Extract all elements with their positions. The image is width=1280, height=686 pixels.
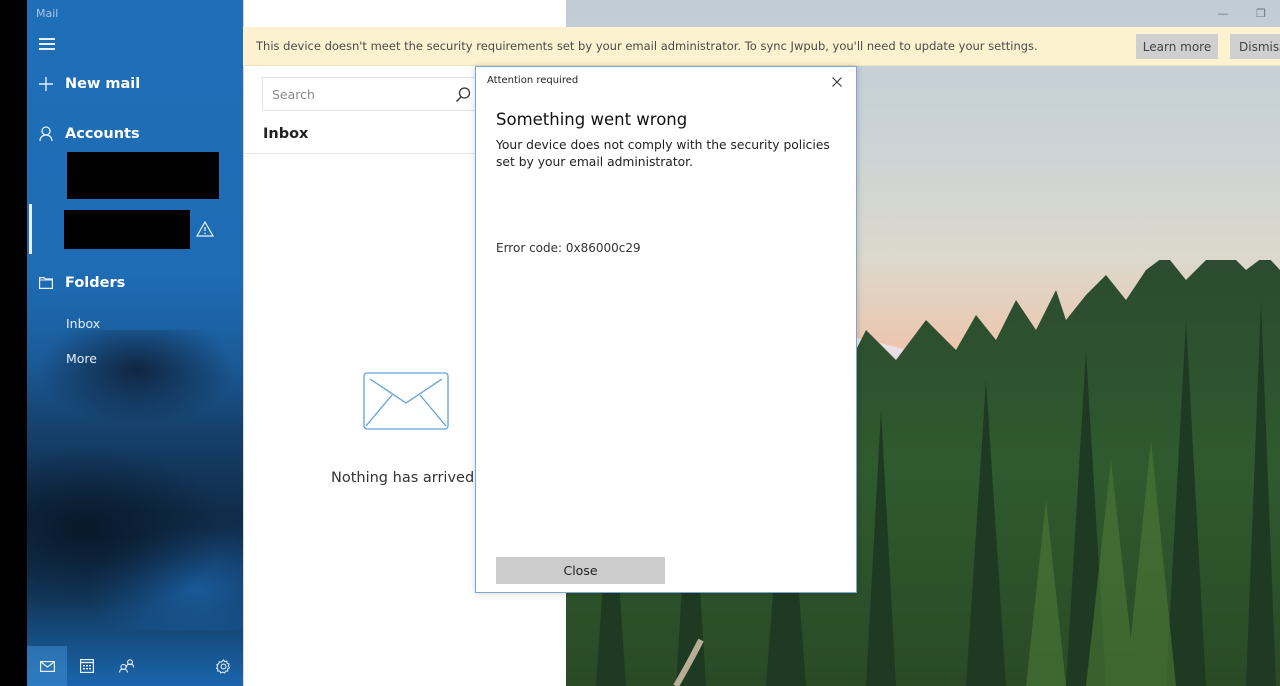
accounts-label: Accounts [65, 126, 140, 142]
mail-switch-button[interactable] [27, 646, 67, 686]
close-icon [832, 77, 842, 87]
navigation-sidebar: Mail New mail Accounts Folders Inbox Mor… [27, 0, 243, 686]
search-icon[interactable] [454, 86, 472, 104]
empty-inbox-message: Nothing has arrived ye [331, 470, 497, 486]
security-warning-banner: This device doesn't meet the security re… [243, 27, 1280, 66]
search-box [262, 77, 476, 111]
mail-icon [39, 660, 55, 672]
screen: — ❐ Mail New mail Accounts Folders Inbox… [0, 0, 1280, 686]
new-mail-label: New mail [65, 76, 141, 92]
sidebar-background-image [27, 330, 243, 630]
app-title: Mail [36, 7, 59, 20]
folder-inbox[interactable]: Inbox [66, 316, 100, 331]
dialog-heading: Something went wrong [496, 110, 688, 129]
folder-icon [27, 277, 65, 289]
redacted-account-1[interactable] [67, 152, 219, 199]
settings-button[interactable] [203, 646, 243, 686]
redacted-account-2[interactable] [64, 210, 190, 249]
plus-icon [27, 77, 65, 91]
calendar-icon [80, 659, 94, 673]
people-icon [119, 659, 135, 673]
calendar-switch-button[interactable] [67, 646, 107, 686]
hamburger-menu-icon[interactable] [39, 38, 55, 52]
banner-message: This device doesn't meet the security re… [256, 39, 1038, 53]
minimize-button[interactable]: — [1204, 0, 1242, 27]
folder-more[interactable]: More [66, 351, 97, 366]
accounts-header[interactable]: Accounts [27, 126, 243, 142]
bottom-app-switcher [27, 646, 243, 686]
search-input[interactable] [272, 86, 442, 102]
error-code: Error code: 0x86000c29 [496, 241, 641, 255]
person-icon [27, 126, 65, 142]
warning-triangle-icon[interactable] [196, 220, 214, 238]
dismiss-button[interactable]: Dismiss [1230, 34, 1280, 59]
new-mail-button[interactable]: New mail [27, 76, 243, 92]
folders-label: Folders [65, 275, 126, 291]
selected-account-indicator [29, 204, 32, 254]
dialog-body: Your device does not comply with the sec… [496, 138, 830, 169]
dialog-close-button[interactable] [826, 72, 848, 92]
settings-gear-icon [215, 658, 230, 674]
window-controls: — ❐ [1204, 0, 1280, 27]
dialog-caption: Attention required [487, 75, 579, 86]
folders-header[interactable]: Folders [27, 275, 243, 291]
folder-title: Inbox [263, 126, 309, 142]
empty-envelope-icon [363, 372, 449, 430]
people-switch-button[interactable] [107, 646, 147, 686]
restore-button[interactable]: ❐ [1242, 0, 1280, 27]
learn-more-button[interactable]: Learn more [1136, 34, 1218, 59]
attention-required-dialog: Attention required Something went wrong … [475, 66, 857, 593]
close-button[interactable]: Close [496, 557, 665, 584]
